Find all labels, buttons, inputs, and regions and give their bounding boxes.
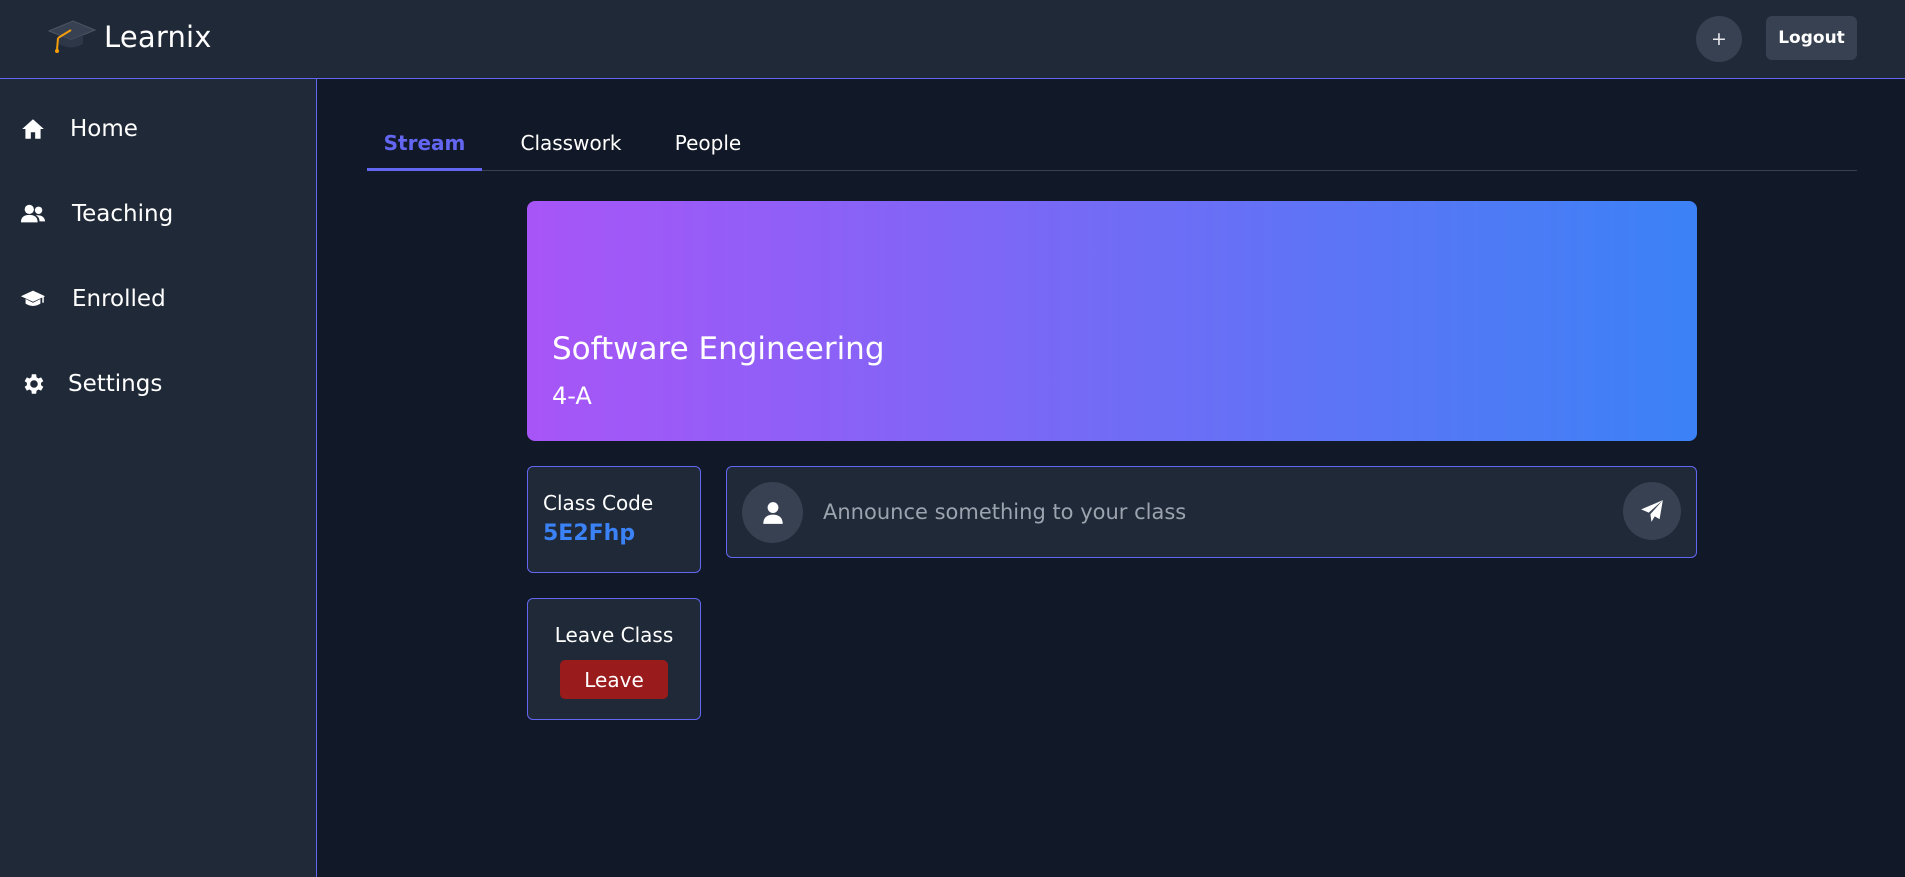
class-tabs: Stream Classwork People [367, 122, 1857, 171]
send-icon [1641, 500, 1663, 522]
logout-button[interactable]: Logout [1766, 16, 1857, 60]
sidebar-item-enrolled[interactable]: Enrolled [20, 286, 166, 312]
sidebar-item-settings[interactable]: Settings [20, 371, 162, 397]
class-section: 4-A [552, 382, 592, 410]
users-icon [20, 204, 46, 223]
sidebar-item-label: Home [70, 116, 138, 142]
sidebar-item-home[interactable]: Home [20, 116, 138, 142]
home-icon [22, 119, 44, 139]
leave-button[interactable]: Leave [560, 660, 668, 699]
top-bar: Learnix + Logout [0, 0, 1905, 79]
brand[interactable]: Learnix [46, 17, 212, 57]
gear-icon [24, 374, 44, 394]
add-class-button[interactable]: + [1696, 16, 1742, 62]
class-code-card: Class Code 5E2Fhp [527, 466, 701, 573]
leave-class-card: Leave Class Leave [527, 598, 701, 720]
sidebar-item-label: Enrolled [72, 286, 166, 312]
announcement-box [726, 466, 1697, 558]
avatar [742, 482, 803, 543]
sidebar-item-label: Settings [68, 371, 163, 397]
leave-class-label: Leave Class [554, 623, 674, 647]
plus-icon: + [1711, 28, 1727, 50]
class-banner: Software Engineering 4-A [527, 201, 1697, 441]
user-icon [762, 501, 783, 524]
sidebar: Home Teaching Enrolled Settings [0, 79, 317, 877]
class-code-value: 5E2Fhp [543, 521, 636, 546]
class-code-label: Class Code [543, 491, 654, 515]
sidebar-item-label: Teaching [72, 201, 174, 227]
tab-people[interactable]: People [671, 122, 745, 171]
class-title: Software Engineering [552, 331, 885, 367]
brand-name: Learnix [104, 20, 212, 54]
announcement-input[interactable] [823, 489, 1603, 535]
tab-stream[interactable]: Stream [367, 122, 482, 171]
sidebar-item-teaching[interactable]: Teaching [20, 201, 173, 227]
send-button[interactable] [1623, 482, 1681, 540]
graduation-cap-icon [47, 20, 96, 53]
graduation-cap-icon [20, 290, 46, 306]
tab-classwork[interactable]: Classwork [515, 122, 627, 171]
